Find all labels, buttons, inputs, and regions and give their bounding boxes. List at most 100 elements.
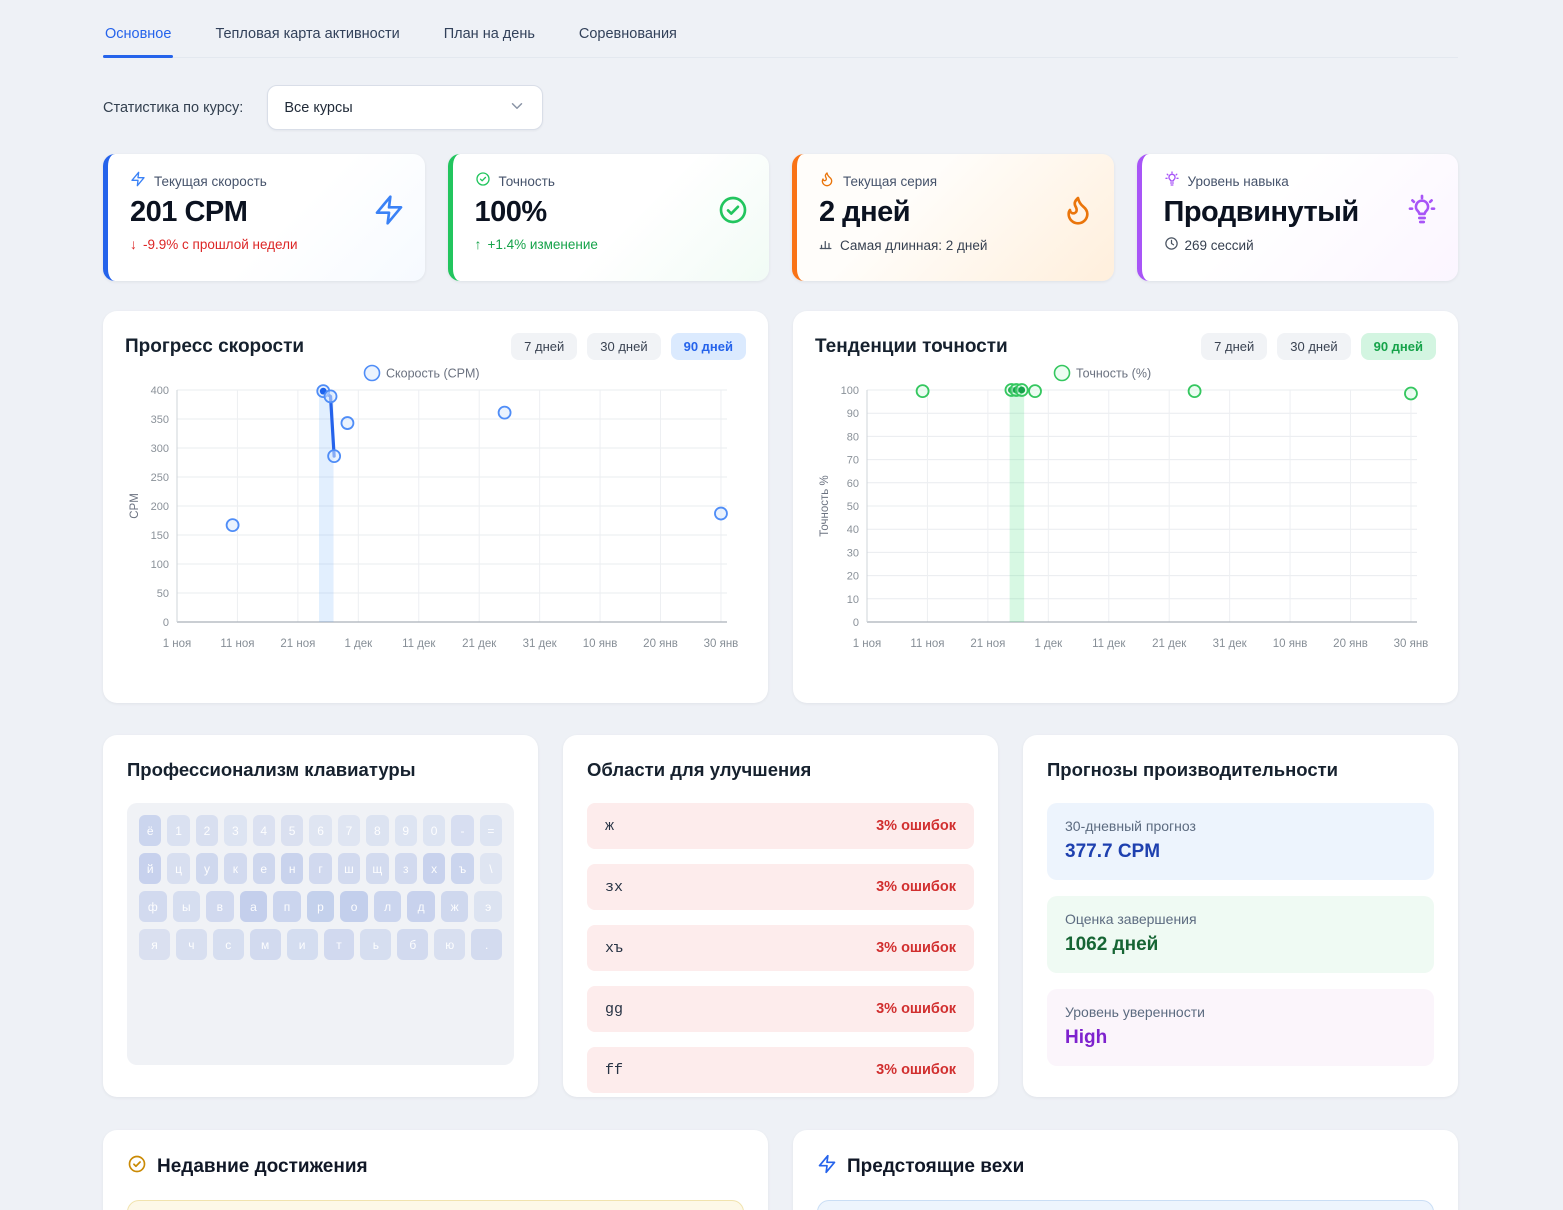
key-с: с bbox=[213, 929, 244, 960]
key-к: к bbox=[224, 853, 246, 884]
keyboard-row-4: ячсмитьбю. bbox=[139, 929, 502, 960]
arrow-up-icon: ↑ bbox=[475, 236, 482, 252]
svg-text:50: 50 bbox=[157, 588, 169, 600]
speed-chart-title: Прогресс скорости bbox=[125, 336, 304, 358]
stat-note: 269 сессий bbox=[1164, 236, 1439, 254]
keyboard-row-2: йцукенгшщзхъ\ bbox=[139, 853, 502, 884]
key-в: в bbox=[206, 891, 234, 922]
bar-chart-icon bbox=[819, 236, 834, 254]
stat-card-streak: Текущая серия 2 дней Самая длинная: 2 дней bbox=[792, 154, 1114, 281]
svg-text:20: 20 bbox=[847, 571, 859, 583]
speed-chart: 0501001502002503003504001 ноя11 ноя21 но… bbox=[125, 360, 743, 662]
stat-value: 201 CPM bbox=[130, 196, 247, 229]
speed-range-7-дней[interactable]: 7 дней bbox=[511, 333, 577, 360]
svg-text:Скорость (CPM): Скорость (CPM) bbox=[386, 367, 480, 381]
improvement-key: ж bbox=[605, 818, 614, 835]
accuracy-range-7-дней[interactable]: 7 дней bbox=[1201, 333, 1267, 360]
accuracy-range-30-дней[interactable]: 30 дней bbox=[1277, 333, 1350, 360]
upcoming-milestones-title: Предстоящие вехи bbox=[847, 1156, 1024, 1178]
improvement-item-ж: ж 3% ошибок bbox=[587, 803, 974, 849]
improvement-key: зх bbox=[605, 879, 623, 896]
svg-text:Точность (%): Точность (%) bbox=[1076, 367, 1151, 381]
stat-note-text: +1.4% изменение bbox=[488, 237, 598, 252]
improvement-error-rate: 3% ошибок bbox=[876, 1062, 956, 1078]
upcoming-milestones-header: Предстоящие вехи bbox=[817, 1154, 1434, 1180]
improvement-item-хъ: хъ3% ошибок bbox=[587, 925, 974, 971]
upcoming-milestones-card: Предстоящие вехи bbox=[793, 1130, 1458, 1210]
svg-text:100: 100 bbox=[151, 559, 169, 571]
clock-icon bbox=[1164, 236, 1179, 254]
svg-text:20 янв: 20 янв bbox=[1333, 638, 1368, 650]
bottom-row: Профессионализм клавиатуры ё1234567890-=… bbox=[103, 735, 1458, 1097]
tab-competitions[interactable]: Соревнования bbox=[577, 20, 679, 57]
key-т: т bbox=[324, 929, 355, 960]
improvement-error-rate: 3% ошибок bbox=[876, 1001, 956, 1017]
achievement-item bbox=[127, 1200, 744, 1210]
accuracy-range-90-дней[interactable]: 90 дней bbox=[1361, 333, 1436, 360]
key-ф: ф bbox=[139, 891, 167, 922]
svg-text:21 ноя: 21 ноя bbox=[970, 638, 1005, 650]
prediction-confidence-level: Уровень уверенности High bbox=[1047, 989, 1434, 1066]
prediction-value: High bbox=[1065, 1027, 1416, 1049]
recent-achievements-header: Недавние достижения bbox=[127, 1154, 744, 1180]
tab-activity-heatmap[interactable]: Тепловая карта активности bbox=[213, 20, 401, 57]
key-г: г bbox=[309, 853, 331, 884]
svg-text:11 дек: 11 дек bbox=[402, 638, 436, 650]
svg-text:200: 200 bbox=[151, 501, 169, 513]
accuracy-range-buttons: 7 дней 30 дней 90 дней bbox=[1201, 333, 1436, 360]
stat-label: Текущая скорость bbox=[154, 174, 267, 189]
key-ш: ш bbox=[338, 853, 360, 884]
key-б: б bbox=[397, 929, 428, 960]
svg-text:30 янв: 30 янв bbox=[1394, 638, 1429, 650]
improvement-item-зх: зх3% ошибок bbox=[587, 864, 974, 910]
prediction-forecast-30d: 30-дневный прогноз377.7 CPM bbox=[1047, 803, 1434, 880]
stat-card-accuracy: Точность100%↑+1.4% изменение bbox=[448, 154, 770, 281]
keyboard-row-1: ё1234567890-= bbox=[139, 815, 502, 846]
flame-icon bbox=[819, 171, 835, 192]
last-row: Недавние достижения Предстоящие вехи bbox=[103, 1130, 1458, 1210]
improvement-error-rate: 3% ошибок bbox=[876, 818, 956, 834]
improvement-key: хъ bbox=[605, 940, 623, 957]
charts-row: Прогресс скорости 7 дней30 дней90 дней 0… bbox=[103, 311, 1458, 703]
key-8: 8 bbox=[366, 815, 388, 846]
improvement-item-gg: gg3% ошибок bbox=[587, 986, 974, 1032]
key-ю: ю bbox=[434, 929, 465, 960]
stat-note: ↑ +1.4% изменение bbox=[475, 236, 750, 252]
lightning-icon bbox=[817, 1154, 837, 1180]
prediction-label: Уровень уверенности bbox=[1065, 1004, 1416, 1020]
prediction-label: 30-дневный прогноз bbox=[1065, 818, 1416, 834]
key-5: 5 bbox=[281, 815, 303, 846]
tab-daily-plan[interactable]: План на день bbox=[442, 20, 537, 57]
key-х: х bbox=[423, 853, 445, 884]
key-ё: ё bbox=[139, 815, 161, 846]
speed-range-30-дней[interactable]: 30 дней bbox=[587, 333, 660, 360]
key-м: м bbox=[250, 929, 281, 960]
stat-card-streak-value-row: 2 дней bbox=[819, 194, 1094, 231]
svg-text:11 дек: 11 дек bbox=[1092, 638, 1126, 650]
key-9: 9 bbox=[395, 815, 417, 846]
key-ъ: ъ bbox=[451, 853, 473, 884]
tab-main[interactable]: Основное bbox=[103, 20, 173, 57]
typing-stats-dashboard: Основное Тепловая карта активности План на… bbox=[0, 0, 1563, 1210]
course-select[interactable]: Все курсы bbox=[267, 85, 543, 130]
key-.: . bbox=[471, 929, 502, 960]
stat-note: Самая длинная: 2 дней bbox=[819, 236, 1094, 254]
speed-range-buttons: 7 дней 30 дней 90 дней bbox=[511, 333, 746, 360]
stat-card-skill-header: Уровень навыка bbox=[1164, 171, 1439, 192]
recent-achievements-title: Недавние достижения bbox=[157, 1156, 368, 1178]
stat-label: Уровень навыка bbox=[1188, 174, 1289, 189]
key-а: а bbox=[240, 891, 268, 922]
accuracy-chart-card: Тенденции точности 7 дней30 дней90 дней … bbox=[793, 311, 1458, 703]
improvement-item-ff: ff3% ошибок bbox=[587, 1047, 974, 1093]
stat-label: Текущая серия bbox=[843, 174, 937, 189]
speed-range-90-дней[interactable]: 90 дней bbox=[671, 333, 746, 360]
svg-text:40: 40 bbox=[847, 524, 859, 536]
key-7: 7 bbox=[338, 815, 360, 846]
arrow-down-icon: ↓ bbox=[130, 236, 137, 252]
stat-note-text: Самая длинная: 2 дней bbox=[840, 238, 987, 253]
course-filter-label: Статистика по курсу: bbox=[103, 100, 243, 116]
course-filter-row: Статистика по курсу: Все курсы bbox=[103, 85, 1458, 130]
svg-text:31 дек: 31 дек bbox=[523, 638, 558, 650]
svg-text:21 дек: 21 дек bbox=[1152, 638, 1187, 650]
key-2: 2 bbox=[196, 815, 218, 846]
